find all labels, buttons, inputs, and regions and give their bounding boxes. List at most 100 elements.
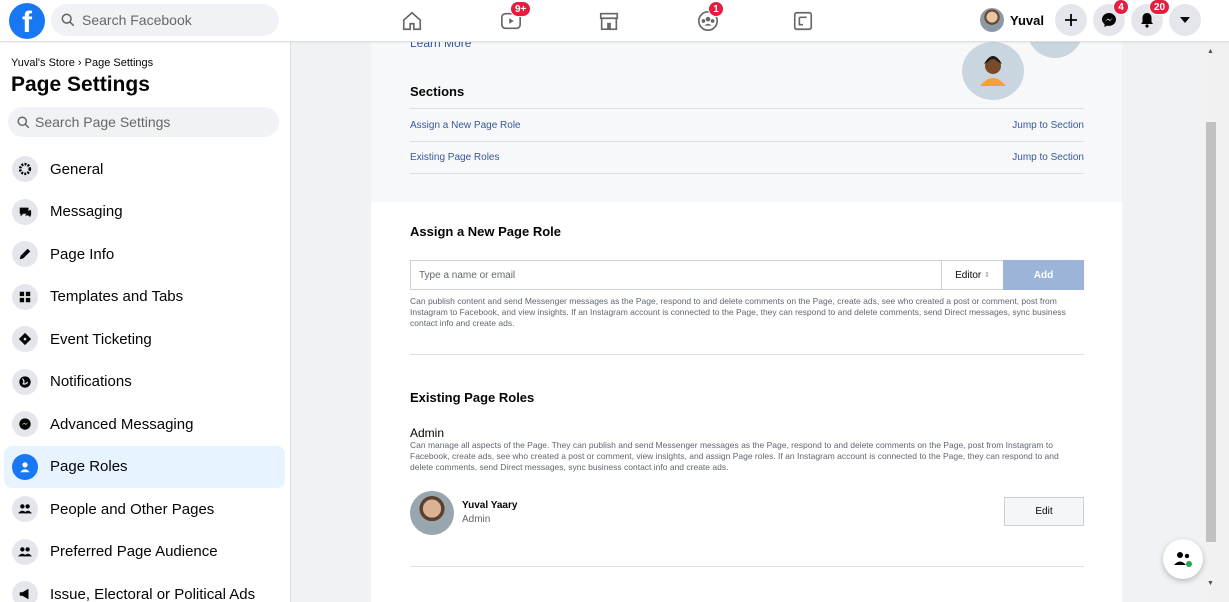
search-page-settings-input[interactable]: Search Page Settings: [8, 107, 279, 137]
sidebar-item-label: People and Other Pages: [50, 500, 215, 518]
section-link-assign[interactable]: Assign a New Page Role: [410, 120, 521, 131]
assign-role-field: Type a name or email Editor ⇕: [410, 260, 1004, 290]
settings-nav-list: General Messaging Page Info Templates an…: [4, 148, 285, 602]
profile-button[interactable]: Yuval: [980, 6, 1052, 34]
home-nav-icon[interactable]: [399, 8, 425, 34]
sidebar-item-templates-and-tabs[interactable]: Templates and Tabs: [4, 276, 285, 319]
groups-nav-icon[interactable]: 1: [695, 1, 724, 34]
add-role-button[interactable]: Add: [1003, 260, 1084, 290]
sidebar-item-label: Advanced Messaging: [50, 415, 194, 433]
sidebar-item-preferred-page-audience[interactable]: Preferred Page Audience: [4, 531, 285, 574]
sidebar-item-messaging[interactable]: Messaging: [4, 191, 285, 234]
gaming-nav-icon[interactable]: [790, 8, 816, 34]
profile-name: Yuval: [1010, 12, 1044, 28]
caret-down-icon: [1180, 17, 1190, 23]
people-icon: [1174, 552, 1192, 567]
create-button[interactable]: [1055, 4, 1087, 36]
illustration-person-avatar: [962, 42, 1024, 100]
messenger-icon: [1102, 13, 1116, 27]
sidebar-item-page-roles[interactable]: Page Roles: [4, 445, 285, 488]
messenger-icon: [12, 411, 38, 438]
messenger-button[interactable]: 4: [1093, 0, 1129, 36]
sidebar-item-label: General: [50, 160, 104, 178]
page-scrollbar[interactable]: ▲ ▼: [1203, 42, 1229, 602]
sidebar-item-label: Messaging: [50, 203, 123, 221]
name-or-email-input[interactable]: Type a name or email: [411, 270, 941, 281]
divider: [410, 354, 1084, 355]
assign-role-heading: Assign a New Page Role: [410, 224, 561, 239]
search-icon: [61, 13, 75, 27]
top-navigation-bar: f Search Facebook 9+ 1 Yuval 4 20: [0, 0, 1229, 42]
pencil-icon: [12, 241, 38, 268]
existing-roles-heading: Existing Page Roles: [410, 390, 535, 405]
sidebar-item-label: Notifications: [50, 373, 132, 391]
sidebar-item-label: Event Ticketing: [50, 330, 152, 348]
page-roles-main: Learn More Sections Assign a New Page Ro…: [291, 42, 1203, 602]
scroll-down-arrow[interactable]: ▼: [1207, 580, 1214, 587]
sections-card: Learn More Sections Assign a New Page Ro…: [371, 42, 1122, 202]
sidebar-item-notifications[interactable]: Notifications: [4, 361, 285, 404]
grid-icon: [12, 283, 38, 310]
facebook-logo[interactable]: f: [9, 3, 45, 39]
logo-letter: f: [22, 6, 32, 39]
sidebar-item-page-info[interactable]: Page Info: [4, 233, 285, 276]
admin-role-description: Can manage all aspects of the Page. They…: [410, 440, 1059, 472]
sidebar-item-label: Templates and Tabs: [50, 288, 184, 306]
watch-nav-icon[interactable]: 9+: [498, 1, 532, 34]
watch-badge: 9+: [510, 1, 532, 17]
sidebar-item-political-ads[interactable]: Issue, Electoral or Political Ads: [4, 573, 285, 602]
contacts-floating-button[interactable]: [1163, 539, 1203, 579]
sidebar-item-label: Page Info: [50, 245, 115, 263]
profile-avatar: [980, 8, 1004, 32]
page-title: Page Settings: [11, 73, 150, 96]
role-select-value: Editor: [955, 269, 982, 281]
editor-role-description: Can publish content and send Messenger m…: [410, 296, 1066, 328]
search-icon: [17, 115, 30, 129]
role-select[interactable]: Editor ⇕: [941, 261, 1003, 289]
person-icon: [12, 453, 38, 480]
sections-title: Sections: [410, 84, 465, 99]
search-placeholder: Search Page Settings: [35, 114, 171, 130]
jump-to-section-link[interactable]: Jump to Section: [1012, 120, 1084, 131]
section-link-existing[interactable]: Existing Page Roles: [410, 152, 500, 163]
sidebar-item-label: Issue, Electoral or Political Ads: [50, 585, 256, 602]
person-role: Admin: [462, 514, 491, 525]
notifications-badge: 20: [1149, 0, 1171, 15]
edit-role-button[interactable]: Edit: [1004, 497, 1084, 526]
illustration-person-top: [1027, 42, 1083, 58]
breadcrumb[interactable]: Yuval's Store › Page Settings: [11, 57, 153, 69]
marketplace-nav-icon[interactable]: [596, 8, 622, 34]
globe-icon: [12, 368, 38, 395]
notifications-button[interactable]: 20: [1131, 0, 1171, 36]
sidebar-item-advanced-messaging[interactable]: Advanced Messaging: [4, 403, 285, 446]
bell-icon: [1141, 13, 1153, 28]
sidebar-item-label: Preferred Page Audience: [50, 543, 218, 561]
admin-role-label: Admin: [410, 426, 445, 440]
sidebar-item-people-and-other-pages[interactable]: People and Other Pages: [4, 488, 285, 531]
section-row-assign: Assign a New Page Role Jump to Section: [410, 108, 1084, 141]
groups-badge: 1: [708, 1, 724, 17]
person-name[interactable]: Yuval Yaary: [462, 500, 517, 511]
sidebar-item-event-ticketing[interactable]: Event Ticketing: [4, 318, 285, 361]
people-icon: [12, 496, 38, 523]
sidebar-item-general[interactable]: General: [4, 148, 285, 191]
page-roles-card: Assign a New Page Role Type a name or em…: [371, 202, 1122, 602]
page-settings-sidebar: Yuval's Store › Page Settings Page Setti…: [0, 42, 291, 602]
learn-more-link[interactable]: Learn More: [410, 42, 471, 50]
jump-to-section-link[interactable]: Jump to Section: [1012, 152, 1084, 163]
search-placeholder: Search Facebook: [82, 12, 192, 28]
scroll-up-arrow[interactable]: ▲: [1207, 48, 1214, 55]
sidebar-item-label: Page Roles: [50, 458, 128, 476]
section-row-existing: Existing Page Roles Jump to Section: [410, 141, 1084, 174]
avatar[interactable]: [410, 491, 454, 535]
megaphone-icon: [12, 581, 38, 602]
chat-icon: [12, 198, 38, 225]
search-facebook-input[interactable]: Search Facebook: [51, 4, 279, 36]
gear-icon: [12, 156, 38, 183]
people-icon: [12, 538, 38, 565]
messenger-badge: 4: [1113, 0, 1129, 15]
divider: [410, 566, 1084, 567]
ticket-icon: [12, 326, 38, 353]
account-menu-button[interactable]: [1169, 4, 1201, 36]
scrollbar-thumb[interactable]: [1206, 122, 1216, 542]
